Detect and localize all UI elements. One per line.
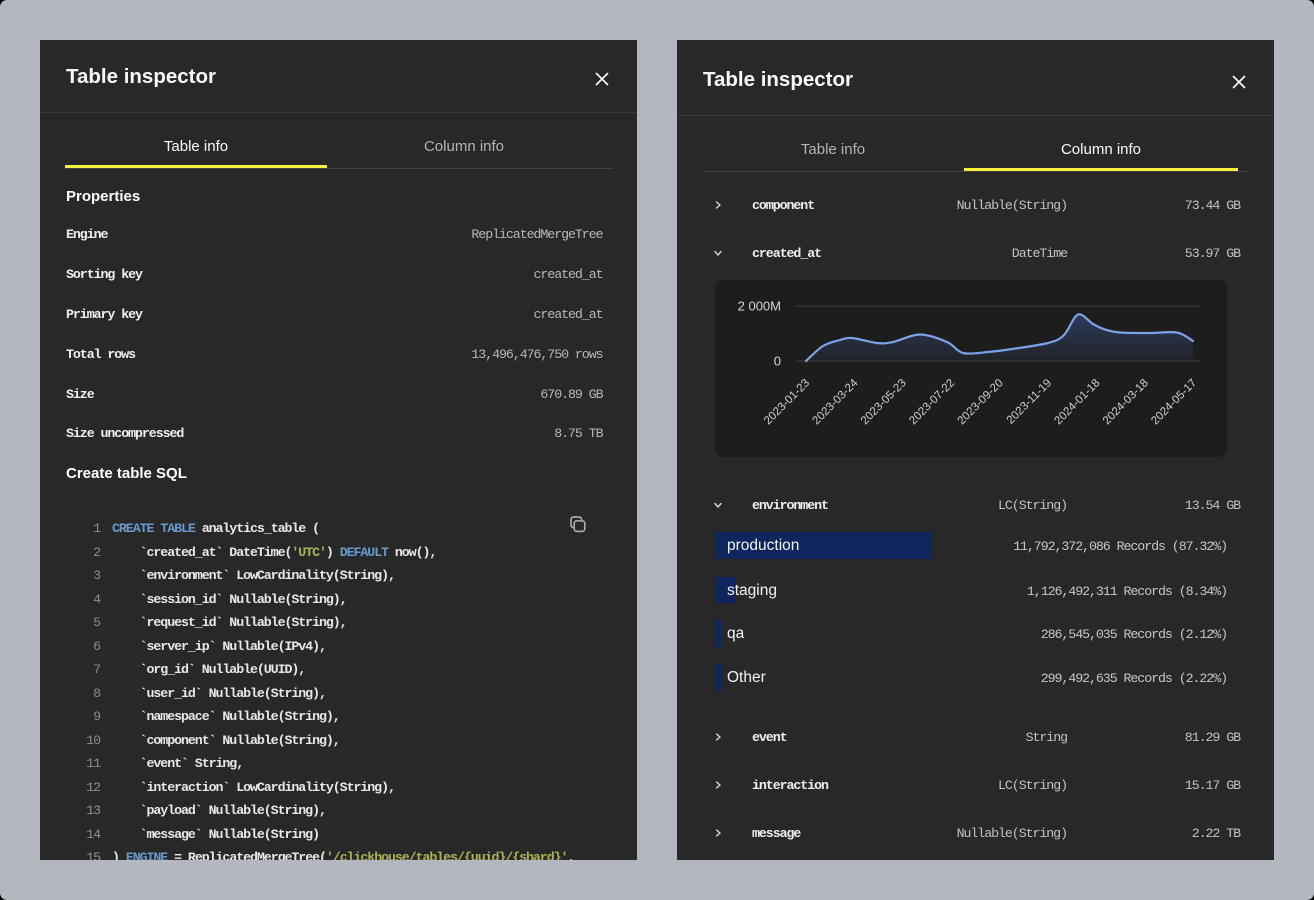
svg-text:2023-05-23: 2023-05-23	[859, 377, 909, 427]
svg-text:2023-11-19: 2023-11-19	[1005, 377, 1054, 426]
svg-text:2023-03-24: 2023-03-24	[810, 377, 861, 428]
svg-text:2024-01-18: 2024-01-18	[1052, 377, 1102, 427]
svg-text:2023-09-20: 2023-09-20	[956, 377, 1006, 427]
svg-text:0: 0	[774, 354, 781, 369]
svg-text:2023-07-22: 2023-07-22	[907, 377, 957, 427]
svg-text:2024-05-17: 2024-05-17	[1149, 377, 1199, 427]
svg-text:2024-03-18: 2024-03-18	[1101, 377, 1151, 427]
svg-text:2023-01-23: 2023-01-23	[762, 377, 812, 427]
svg-text:2 000M: 2 000M	[738, 299, 781, 314]
